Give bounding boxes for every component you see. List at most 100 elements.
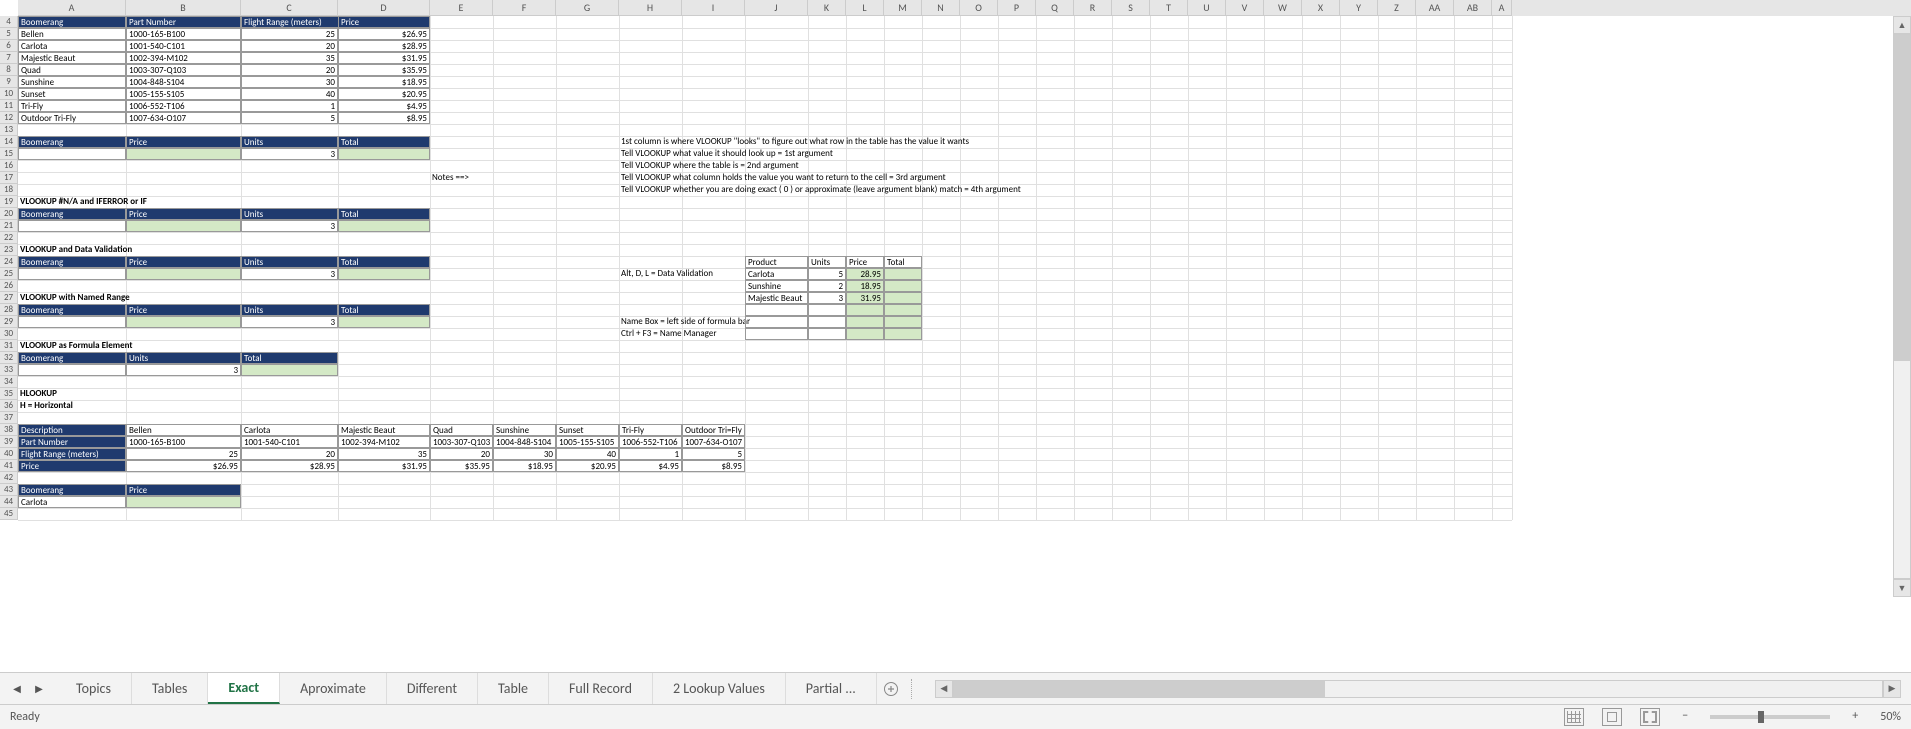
cell[interactable]: Units (241, 256, 338, 268)
cell[interactable]: Carlota (18, 40, 126, 52)
column-header[interactable]: Y (1340, 0, 1378, 16)
column-header[interactable]: G (556, 0, 619, 16)
row-header[interactable]: 36 (0, 400, 18, 412)
scroll-left-button[interactable]: ◀ (935, 680, 953, 698)
cell[interactable] (808, 316, 846, 328)
sheet-tab[interactable]: Partial ... (786, 673, 877, 704)
cell[interactable]: Majestic Beaut (745, 292, 808, 304)
cell[interactable]: Notes ==> (430, 172, 493, 184)
cell[interactable]: 1006-552-T106 (619, 436, 682, 448)
row-header[interactable]: 30 (0, 328, 18, 340)
row-header[interactable]: 8 (0, 64, 18, 76)
tab-nav-prev-icon[interactable]: ◀ (8, 680, 26, 698)
row-header[interactable]: 13 (0, 124, 18, 136)
cell[interactable]: Majestic Beaut (338, 424, 430, 436)
cell[interactable] (846, 328, 884, 340)
vertical-scroll-thumb[interactable] (1894, 35, 1910, 361)
zoom-in-button[interactable]: + (1848, 710, 1862, 724)
cell[interactable] (126, 148, 241, 160)
row-header[interactable]: 28 (0, 304, 18, 316)
cells-grid[interactable]: BoomerangPart NumberFlight Range (meters… (18, 16, 1911, 654)
row-header[interactable]: 27 (0, 292, 18, 304)
cell[interactable]: Total (338, 136, 430, 148)
row-header[interactable]: 29 (0, 316, 18, 328)
column-header[interactable]: O (960, 0, 998, 16)
cell[interactable]: 1001-540-C101 (126, 40, 241, 52)
cell[interactable]: Part Number (126, 16, 241, 28)
column-header[interactable]: J (745, 0, 808, 16)
row-header[interactable]: 10 (0, 88, 18, 100)
cell[interactable] (338, 148, 430, 160)
cell[interactable]: Units (126, 352, 241, 364)
row-header[interactable]: 41 (0, 460, 18, 472)
cell[interactable]: Boomerang (18, 352, 126, 364)
cell[interactable] (126, 268, 241, 280)
cell[interactable]: $31.95 (338, 52, 430, 64)
cell[interactable] (884, 268, 922, 280)
sheet-tab[interactable]: Different (387, 673, 478, 704)
horizontal-scroll-thumb[interactable] (954, 681, 1325, 697)
cell[interactable]: 1st column is where VLOOKUP "looks" to f… (619, 136, 1036, 148)
cell[interactable]: VLOOKUP as Formula Element (18, 340, 338, 352)
sheet-tab[interactable]: Aproximate (280, 673, 387, 704)
row-header[interactable]: 11 (0, 100, 18, 112)
column-header[interactable]: R (1074, 0, 1112, 16)
cell[interactable]: $8.95 (338, 112, 430, 124)
cell[interactable] (18, 316, 126, 328)
row-header[interactable]: 45 (0, 508, 18, 520)
cell[interactable]: Outdoor Tri-Fly (18, 112, 126, 124)
column-header[interactable]: C (241, 0, 338, 16)
cell[interactable]: 40 (556, 448, 619, 460)
cell[interactable]: Price (126, 484, 241, 496)
column-header[interactable]: M (884, 0, 922, 16)
cell[interactable] (846, 316, 884, 328)
cell[interactable]: 1001-540-C101 (241, 436, 338, 448)
cell[interactable]: 5 (241, 112, 338, 124)
cell[interactable]: Total (884, 256, 922, 268)
cell[interactable]: 3 (241, 148, 338, 160)
column-header[interactable]: T (1150, 0, 1188, 16)
sheet-tab[interactable]: Topics (56, 673, 132, 704)
column-header[interactable]: D (338, 0, 430, 16)
tab-nav-next-icon[interactable]: ▶ (30, 680, 48, 698)
cell[interactable] (884, 328, 922, 340)
view-page-break-button[interactable] (1640, 708, 1660, 726)
cell[interactable]: Carlota (745, 268, 808, 280)
cell[interactable]: 1005-155-S105 (126, 88, 241, 100)
cell[interactable]: 20 (241, 448, 338, 460)
zoom-out-button[interactable]: − (1678, 710, 1692, 724)
column-header[interactable]: U (1188, 0, 1226, 16)
column-header[interactable]: L (846, 0, 884, 16)
cell[interactable] (126, 220, 241, 232)
cell[interactable]: Units (241, 208, 338, 220)
cell[interactable]: Price (126, 256, 241, 268)
cell[interactable]: 2 (808, 280, 846, 292)
scroll-up-button[interactable]: ▲ (1893, 16, 1911, 34)
cell[interactable]: Units (241, 304, 338, 316)
row-header[interactable]: 5 (0, 28, 18, 40)
row-header[interactable]: 37 (0, 412, 18, 424)
cell[interactable]: 5 (808, 268, 846, 280)
cell[interactable]: $26.95 (126, 460, 241, 472)
cell[interactable]: 3 (241, 220, 338, 232)
cell[interactable]: 1007-634-O107 (682, 436, 745, 448)
cell[interactable] (808, 304, 846, 316)
row-header[interactable]: 4 (0, 16, 18, 28)
cell[interactable]: 1002-394-M102 (126, 52, 241, 64)
column-header[interactable]: P (998, 0, 1036, 16)
cell[interactable]: Sunshine (745, 280, 808, 292)
cell[interactable]: $28.95 (338, 40, 430, 52)
row-header[interactable]: 40 (0, 448, 18, 460)
column-header[interactable]: N (922, 0, 960, 16)
cell[interactable]: 3 (126, 364, 241, 376)
column-header[interactable]: K (808, 0, 846, 16)
scroll-down-button[interactable]: ▼ (1893, 579, 1911, 597)
sheet-tab[interactable]: Exact (208, 673, 280, 704)
cell[interactable]: 3 (808, 292, 846, 304)
column-header[interactable]: AB (1454, 0, 1492, 16)
vertical-scrollbar[interactable]: ▲ ▼ (1893, 16, 1911, 597)
row-header[interactable]: 7 (0, 52, 18, 64)
cell[interactable]: Bellen (18, 28, 126, 40)
row-header[interactable]: 24 (0, 256, 18, 268)
cell[interactable]: Quad (430, 424, 493, 436)
